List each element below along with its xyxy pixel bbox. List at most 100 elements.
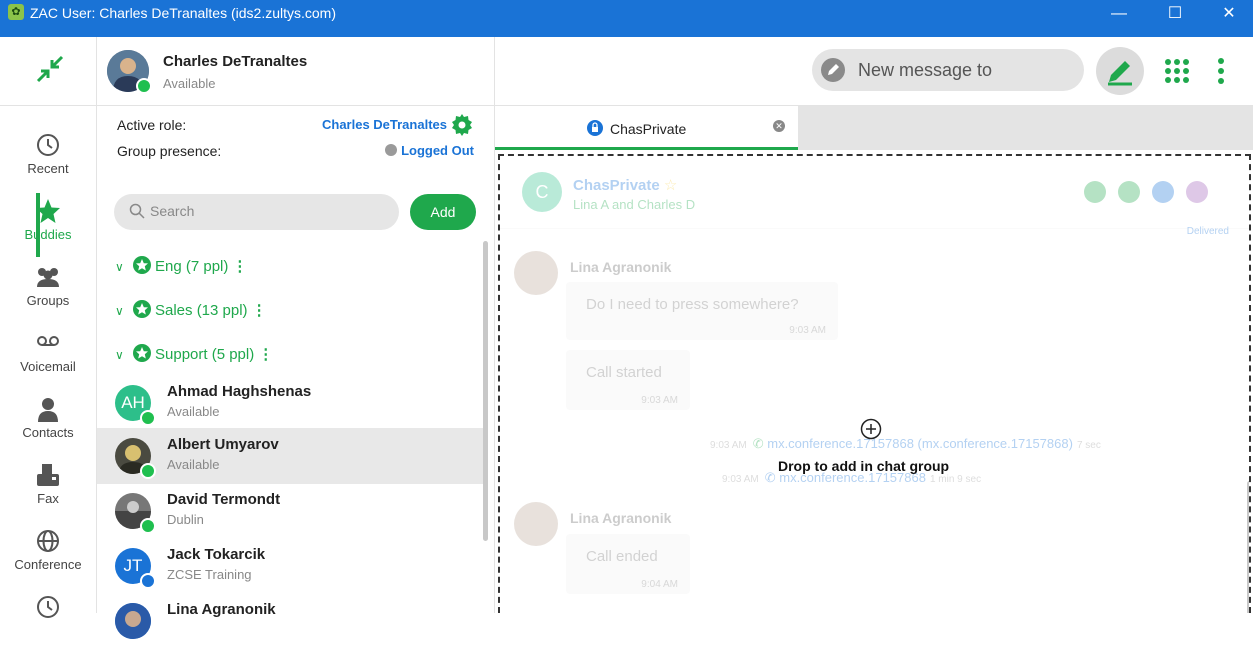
rail-item-fax[interactable]: Fax	[0, 457, 96, 523]
presence-dot	[140, 518, 156, 534]
rail-item-voicemail[interactable]: Voicemail	[0, 325, 96, 391]
contact-row[interactable]: David Termondt Dublin	[97, 483, 484, 539]
contact-row[interactable]: AH Ahmad Haghshenas Available	[97, 375, 484, 431]
chat-avatar: C	[522, 172, 562, 212]
rocket-icon[interactable]	[1186, 181, 1208, 203]
clock-icon	[37, 596, 59, 618]
star-icon	[36, 199, 60, 223]
group-menu-icon[interactable]: ⋮	[252, 302, 267, 319]
message-sender: Lina Agranonik	[570, 259, 672, 275]
contacts-scrollbar[interactable]	[483, 241, 488, 541]
star-badge-icon	[133, 256, 151, 274]
rail-item-buddies[interactable]: Buddies	[0, 193, 96, 259]
chat-drop-zone[interactable]: C ChasPrivate ☆ Lina A and Charles D Del…	[498, 154, 1251, 613]
message-avatar	[514, 502, 558, 546]
rail-item-history[interactable]	[0, 589, 96, 655]
compose-button[interactable]	[1096, 47, 1144, 95]
contact-name: Albert Umyarov	[167, 436, 279, 453]
close-tab-icon[interactable]: ✕	[773, 120, 785, 132]
drop-label: Drop to add in chat group	[778, 458, 950, 474]
call-time: 9:03 AM	[722, 474, 759, 485]
gear-icon[interactable]	[450, 113, 474, 137]
person-icon	[38, 398, 58, 422]
call-log-entry[interactable]: 9:03 AM ✆ mx.conference.17157868 (mx.conf…	[710, 436, 1101, 452]
more-menu-icon[interactable]	[1217, 57, 1225, 85]
message-bubble: Do I need to press somewhere? 9:03 AM	[566, 282, 838, 340]
add-button[interactable]: Add	[410, 194, 476, 230]
favorite-star-icon[interactable]: ☆	[664, 177, 677, 194]
call-duration: 1 min 9 sec	[929, 474, 982, 485]
tab-bar-empty	[798, 106, 1253, 150]
search-input[interactable]: Search	[114, 194, 399, 230]
close-button[interactable]: ✕	[1209, 0, 1249, 32]
chat-toolbar: New message to	[495, 37, 1253, 106]
chat-title: ChasPrivate ☆	[573, 176, 677, 194]
globe-icon	[37, 530, 59, 552]
group-presence-label: Group presence:	[117, 143, 222, 159]
rail-label-conference: Conference	[14, 557, 82, 572]
nav-rail: Recent Buddies Groups Voicemail Contacts…	[0, 37, 97, 618]
info-icon[interactable]	[1152, 181, 1174, 203]
contact-name: Lina Agranonik	[167, 601, 276, 618]
tab-label: ChasPrivate	[610, 121, 687, 137]
group-label: Sales (13 ppl)	[155, 302, 248, 319]
chat-subtitle: Lina A and Charles D	[573, 197, 696, 212]
title-bar: ✿ ZAC User: Charles DeTranaltes (ids2.zu…	[0, 0, 1253, 37]
contact-row[interactable]: JT Jack Tokarcik ZCSE Training	[97, 538, 484, 594]
minimize-button[interactable]: —	[1099, 0, 1139, 32]
rail-item-contacts[interactable]: Contacts	[0, 391, 96, 457]
rail-label-recent: Recent	[27, 161, 69, 176]
message-time: 9:03 AM	[789, 325, 826, 336]
contact-status: Dublin	[167, 512, 204, 527]
group-eng[interactable]: ∨ Eng (7 ppl) ⋮	[115, 256, 247, 286]
delivered-status: Delivered	[1186, 226, 1229, 237]
role-section: Active role: Charles DeTranaltes Group p…	[97, 106, 494, 166]
call-duration: 7 sec	[1076, 440, 1101, 451]
rail-label-buddies: Buddies	[24, 227, 72, 242]
rail-label-voicemail: Voicemail	[20, 359, 76, 374]
group-menu-icon[interactable]: ⋮	[232, 258, 247, 275]
contact-name: Jack Tokarcik	[167, 546, 266, 563]
new-message-placeholder: New message to	[858, 60, 993, 80]
contact-status: Available	[167, 404, 220, 419]
rail-item-recent[interactable]: Recent	[0, 127, 96, 193]
presence-dot	[136, 78, 152, 94]
search-icon	[129, 203, 145, 219]
rail-label-contacts: Contacts	[22, 425, 74, 440]
group-label: Eng (7 ppl)	[155, 258, 229, 275]
collapse-button[interactable]	[0, 37, 96, 106]
star-badge-icon	[133, 300, 151, 318]
group-icon	[37, 268, 59, 287]
active-role-value[interactable]: Charles DeTranaltes	[322, 117, 447, 132]
my-profile[interactable]: Charles DeTranaltes Available	[97, 37, 494, 106]
contact-row[interactable]: Albert Umyarov Available	[97, 428, 484, 484]
group-support[interactable]: ∨ Support (5 ppl) ⋮	[115, 344, 273, 374]
maximize-button[interactable]: ☐	[1155, 0, 1195, 32]
group-menu-icon[interactable]: ⋮	[258, 346, 273, 363]
my-name: Charles DeTranaltes	[163, 53, 308, 70]
tab-chasprivate[interactable]: ChasPrivate ✕	[495, 106, 798, 150]
lock-icon	[587, 120, 603, 136]
presence-dot	[140, 410, 156, 426]
dialpad-icon[interactable]	[1163, 57, 1191, 85]
window-title: ZAC User: Charles DeTranaltes (ids2.zult…	[30, 5, 337, 21]
pencil-icon	[821, 58, 845, 82]
new-message-input[interactable]: New message to	[812, 49, 1084, 91]
contact-row[interactable]: Lina Agranonik	[97, 593, 484, 649]
contact-avatar	[115, 603, 151, 639]
chat-scrollbar[interactable]	[1247, 481, 1249, 613]
group-sales[interactable]: ∨ Sales (13 ppl) ⋮	[115, 300, 267, 330]
rail-item-conference[interactable]: Conference	[0, 523, 96, 589]
rail-item-groups[interactable]: Groups	[0, 259, 96, 325]
presence-dot	[140, 463, 156, 479]
group-presence-value[interactable]: Logged Out	[385, 143, 474, 158]
message-bubble: Call ended 9:04 AM	[566, 534, 690, 594]
collapse-arrows-icon	[36, 55, 64, 83]
message-sender: Lina Agranonik	[570, 510, 672, 526]
lock-call-icon[interactable]	[1084, 181, 1106, 203]
group-label: Support (5 ppl)	[155, 346, 255, 363]
phone-icon[interactable]	[1118, 181, 1140, 203]
message-text: Do I need to press somewhere?	[586, 296, 799, 313]
message-time: 9:03 AM	[641, 395, 678, 406]
message-time: 9:04 AM	[641, 579, 678, 590]
